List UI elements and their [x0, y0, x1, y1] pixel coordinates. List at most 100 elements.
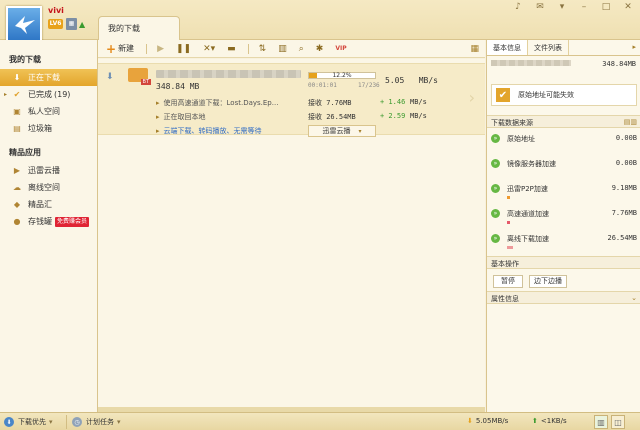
message-icon[interactable]: ✉ — [534, 2, 546, 12]
file-name-blurred — [491, 60, 571, 66]
task-detail-line: ▸ 使用高速通道下载：Lost.Days.Ep... — [156, 99, 279, 107]
source-row: » 高速通道加速 7.76MB — [491, 207, 637, 229]
offline-icon: ☁ — [13, 183, 21, 192]
play-while-download-button[interactable]: 边下边播 — [529, 275, 567, 288]
sidebar-item-private[interactable]: ▣ 私人空间 — [0, 103, 97, 120]
download-priority-button[interactable]: ⬇ 下载优先 ▾ — [4, 417, 53, 427]
tab-my-downloads[interactable]: 我的下载 — [98, 16, 180, 40]
sidebar-section-title: 精品应用 — [9, 148, 41, 157]
tab-basic-info[interactable]: 基本信息 — [487, 40, 528, 55]
source-row: » 离线下载加速 26.54MB — [491, 232, 637, 254]
trash-icon: ▤ — [13, 124, 21, 133]
sort-icon[interactable]: ⇅ — [259, 44, 267, 54]
download-list: ⬇ BT 348.84 MB ▸ 使用高速通道下载：Lost.Days.Ep...… — [98, 59, 485, 407]
chevron-down-icon: ▾ — [358, 128, 362, 135]
expand-icon[interactable]: ▸ — [4, 86, 7, 103]
close-icon[interactable]: ✕ — [622, 2, 634, 12]
source-bar — [507, 246, 513, 249]
sidebar-item-piggy-bank[interactable]: ● 存钱罐 免费赚会员 — [0, 213, 97, 230]
avatar[interactable] — [6, 6, 42, 42]
title-bar: vivi LV6 ▦ ▲ 我的下载 ♪ ✉ ▾ – □ ✕ — [0, 0, 640, 42]
task-detail-line: ▸ 正在取回本地 — [156, 113, 206, 121]
pieces-count: 17/236 — [358, 82, 380, 89]
recv-unit: MB/s — [410, 98, 427, 106]
delete-icon[interactable]: ✕▾ — [203, 44, 215, 54]
bt-folder-icon: BT — [128, 68, 151, 85]
start-icon[interactable]: ▶ — [157, 44, 164, 54]
operations-header: 基本操作 — [487, 256, 640, 269]
cloud-play-button[interactable]: 迅雷云播 ▾ — [308, 125, 376, 137]
priority-icon: ⬇ — [4, 417, 14, 427]
collapse-pane-icon[interactable]: ▸ — [632, 40, 640, 55]
recv-offline-delta: + 2.59 — [380, 112, 406, 120]
task-row[interactable]: ⬇ BT 348.84 MB ▸ 使用高速通道下载：Lost.Days.Ep...… — [98, 63, 485, 137]
sidebar-item-completed[interactable]: ▸ ✔ 已完成 (19) — [0, 86, 97, 103]
source-alert: ✔ 原始地址可能失效 — [491, 84, 637, 106]
cloud-play-icon: ▶ — [13, 166, 21, 175]
upgrade-arrow-icon: ▲ — [79, 20, 86, 29]
forward-icon: » — [491, 134, 500, 143]
recv-unit: MB/s — [410, 112, 427, 120]
task-speed: 5.05 MB/s — [385, 76, 438, 85]
detail-tabs: 基本信息 文件列表 ▸ — [487, 40, 640, 56]
clock-icon: ◷ — [72, 417, 82, 427]
vip-icon[interactable]: VIP — [335, 45, 346, 52]
piggy-bank-icon: ● — [13, 217, 21, 226]
download-speed: ⬇ 5.05MB/s — [467, 417, 509, 425]
toolbar-separator — [146, 43, 148, 54]
up-arrow-icon: ⬆ — [532, 417, 538, 425]
downloading-arrow-icon: ⬇ — [106, 72, 114, 82]
cloud-promo-link[interactable]: ▸ 云端下载、转码播放、无需等待 — [156, 126, 262, 136]
vip-icon[interactable]: ▦ — [66, 18, 77, 30]
sidebar: 我的下载 ⬇ 正在下载 ▸ ✔ 已完成 (19) ▣ 私人空间 ▤ 垃圾箱 精品… — [0, 40, 98, 412]
menu-icon[interactable]: ▾ — [556, 2, 568, 12]
search-icon[interactable]: ⌕ — [299, 44, 304, 54]
forward-icon: » — [491, 234, 500, 243]
skin-icon[interactable]: ♪ — [512, 2, 524, 12]
level-badge[interactable]: LV6 — [48, 19, 63, 29]
forward-icon: » — [491, 184, 500, 193]
down-arrow-icon: ⬇ — [467, 417, 473, 425]
sidebar-item-downloading[interactable]: ⬇ 正在下载 — [0, 69, 97, 86]
status-separator — [66, 415, 67, 429]
download-icon: ⬇ — [13, 73, 21, 82]
sources-header: 下载数据来源 ▤▥ — [487, 115, 640, 128]
task-name-blurred — [156, 70, 301, 78]
status-bar: ⬇ 下载优先 ▾ ◷ 计划任务 ▾ ⬇ 5.05MB/s ⬆ <1KB/s ▥ ◫ — [0, 412, 640, 430]
recv-offline: 接收 26.54MB — [308, 113, 356, 121]
detail-pane: 基本信息 文件列表 ▸ 348.84MB ✔ 原始地址可能失效 下载数据来源 ▤… — [486, 40, 640, 412]
sidebar-item-trash[interactable]: ▤ 垃圾箱 — [0, 120, 97, 137]
username[interactable]: vivi — [48, 6, 64, 15]
pause-icon[interactable]: ❚❚ — [176, 44, 191, 54]
view-toggle-icon[interactable]: ▤▥ — [624, 118, 637, 126]
source-bar — [507, 196, 510, 199]
maximize-icon[interactable]: □ — [600, 2, 612, 12]
promo-tag[interactable]: 免费赚会员 — [55, 216, 90, 227]
properties-icon[interactable]: ▥ — [278, 44, 287, 54]
forward-icon: » — [491, 209, 500, 218]
tab-file-list[interactable]: 文件列表 — [528, 40, 569, 55]
chevron-right-icon[interactable]: › — [469, 88, 475, 107]
recv-high-speed: 接收 7.76MB — [308, 99, 352, 107]
grid-view-icon[interactable]: ▦ — [470, 44, 479, 54]
attributes-header[interactable]: 属性信息 ⌄ — [487, 291, 640, 304]
chart-view-icon[interactable]: ▥ — [594, 415, 608, 429]
sidebar-item-cloud-play[interactable]: ▶ 迅雷云播 — [0, 162, 97, 179]
new-task-button[interactable]: + 新建 — [106, 42, 134, 56]
pause-button[interactable]: 暂停 — [493, 275, 523, 288]
recv-high-speed-delta: + 1.46 — [380, 98, 406, 106]
file-size: 348.84MB — [602, 60, 636, 68]
folder-icon[interactable]: ▬ — [227, 44, 236, 54]
settings-icon[interactable]: ✱ — [316, 44, 324, 54]
sidebar-item-apps[interactable]: ◆ 精品汇 — [0, 196, 97, 213]
source-row: » 镜像服务器加速 0.00B — [491, 157, 637, 179]
source-bar — [507, 221, 510, 224]
check-icon: ✔ — [496, 88, 510, 102]
toolbar: + 新建 ▶ ❚❚ ✕▾ ▬ ⇅ ▥ ⌕ ✱ VIP ▦ — [98, 40, 485, 58]
minimize-icon[interactable]: – — [578, 2, 590, 12]
plan-task-button[interactable]: ◷ 计划任务 ▾ — [72, 417, 121, 427]
task-size: 348.84 MB — [156, 82, 200, 91]
float-window-icon[interactable]: ◫ — [611, 415, 625, 429]
sidebar-item-offline[interactable]: ☁ 离线空间 — [0, 179, 97, 196]
window-controls: ♪ ✉ ▾ – □ ✕ — [512, 2, 634, 12]
